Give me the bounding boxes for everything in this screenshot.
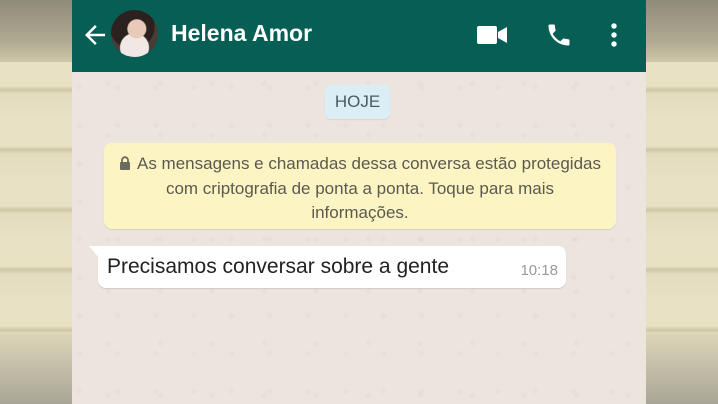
contact-name[interactable]: Helena Amor [171,20,312,47]
video-camera-icon [477,26,507,44]
lock-icon [119,153,131,177]
more-options-button[interactable] [604,18,624,52]
encryption-notice-text: As mensagens e chamadas dessa conversa e… [137,154,601,222]
avatar[interactable] [111,10,158,57]
more-vertical-icon [611,23,617,47]
blurred-background-left [0,0,72,404]
message-text: Precisamos conversar sobre a gente [107,255,449,278]
encryption-notice[interactable]: As mensagens e chamadas dessa conversa e… [104,143,616,229]
chat-screen: Helena Amor HOJE As mensagens e chamadas… [72,0,646,404]
incoming-message[interactable]: Precisamos conversar sobre a gente 10:18 [89,246,566,288]
video-call-button[interactable] [475,18,509,52]
phone-icon [548,24,570,46]
back-button[interactable] [80,20,110,50]
date-separator: HOJE [325,85,390,119]
arrow-left-icon [85,25,105,45]
blurred-background-right [646,0,718,404]
message-time: 10:18 [520,262,558,279]
voice-call-button[interactable] [542,18,576,52]
chat-header: Helena Amor [72,0,646,72]
